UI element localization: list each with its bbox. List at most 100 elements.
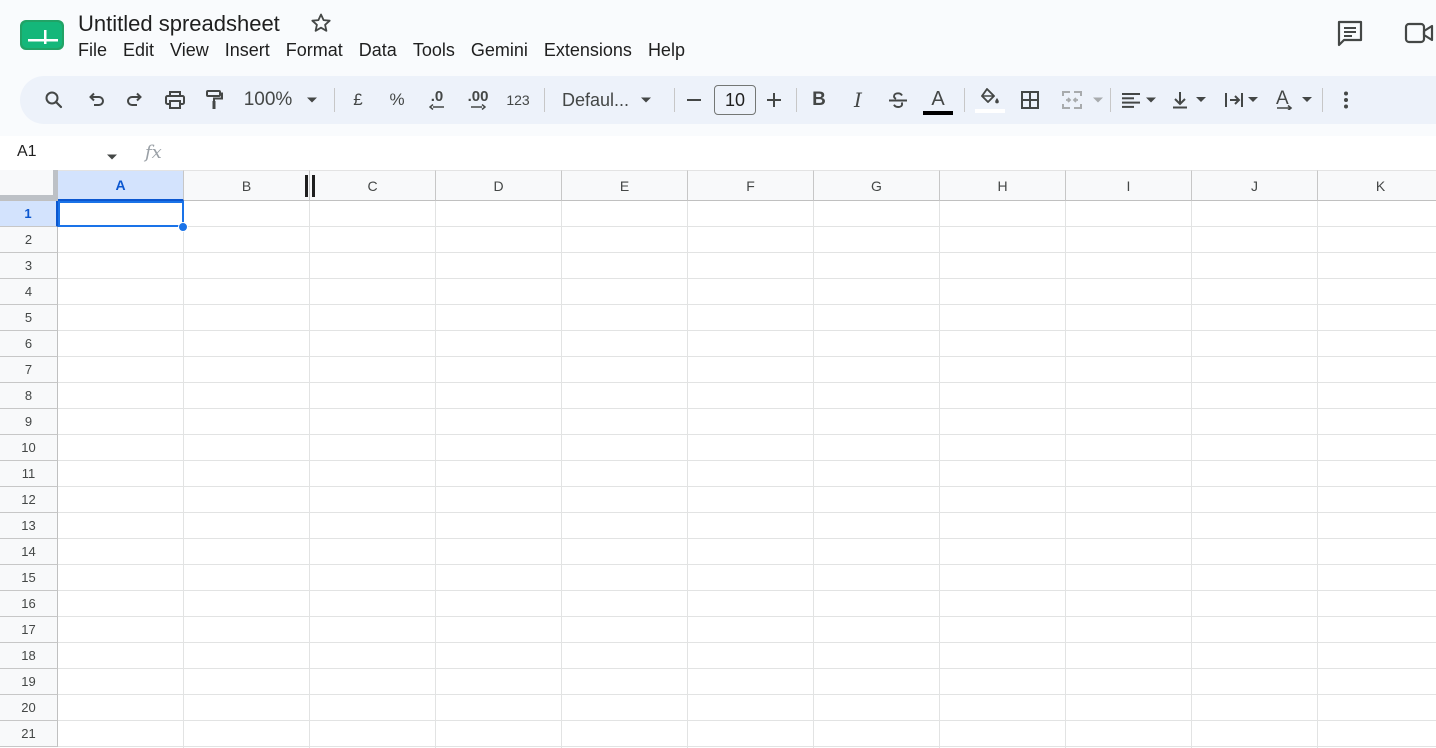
column-header-e[interactable]: E: [562, 170, 688, 201]
row-header-18[interactable]: 18: [0, 643, 58, 669]
fill-color-swatch: [975, 108, 1005, 113]
toolbar-separator: [1110, 88, 1111, 112]
menu-tools[interactable]: Tools: [405, 38, 463, 64]
gridline-vertical: [183, 201, 184, 748]
freeze-row-handle[interactable]: [0, 195, 57, 200]
name-box[interactable]: A1: [17, 143, 37, 161]
column-resize-handle[interactable]: [303, 175, 317, 197]
menu-gemini[interactable]: Gemini: [463, 38, 536, 64]
row-header-2[interactable]: 2: [0, 227, 58, 253]
row-header-11[interactable]: 11: [0, 461, 58, 487]
row-header-7[interactable]: 7: [0, 357, 58, 383]
spreadsheet-grid[interactable]: ABCDEFGHIJK 1 2 3 4 5 6 7 8 9 10 11 12 13 14 15 16 17 18 1…: [0, 170, 1436, 748]
column-header-b[interactable]: B: [184, 170, 310, 201]
text-rotation-button[interactable]: A: [1272, 76, 1316, 124]
menu-format[interactable]: Format: [278, 38, 351, 64]
undo-icon[interactable]: [80, 76, 112, 124]
italic-button[interactable]: I: [845, 76, 871, 124]
chevron-down-icon: [641, 97, 651, 103]
more-options-icon[interactable]: [1330, 76, 1362, 124]
row-header-10[interactable]: 10: [0, 435, 58, 461]
more-formats-button[interactable]: 123: [502, 76, 534, 124]
redo-icon[interactable]: [119, 76, 151, 124]
row-header-14[interactable]: 14: [0, 539, 58, 565]
text-color-button[interactable]: A: [922, 76, 954, 124]
paint-format-icon[interactable]: [198, 76, 230, 124]
gridline-vertical: [1317, 201, 1318, 748]
cell-area[interactable]: [58, 201, 1436, 748]
column-header-i[interactable]: I: [1066, 170, 1192, 201]
search-menus-icon[interactable]: [38, 76, 70, 124]
menubar: File Edit View Insert Format Data Tools …: [70, 38, 693, 64]
merge-caret-icon[interactable]: [1090, 76, 1106, 124]
row-header-8[interactable]: 8: [0, 383, 58, 409]
row-header-5[interactable]: 5: [0, 305, 58, 331]
row-header-21[interactable]: 21: [0, 721, 58, 747]
formula-input[interactable]: [180, 142, 1420, 164]
column-header-k[interactable]: K: [1318, 170, 1436, 201]
document-title[interactable]: Untitled spreadsheet: [76, 9, 282, 39]
zoom-select[interactable]: 100%: [240, 76, 296, 124]
menu-view[interactable]: View: [162, 38, 217, 64]
arrow-left-icon: [429, 104, 444, 110]
zoom-caret-icon[interactable]: [302, 76, 322, 124]
font-size-input[interactable]: 10: [714, 85, 756, 115]
menu-file[interactable]: File: [70, 38, 115, 64]
menu-help[interactable]: Help: [640, 38, 693, 64]
text-overflow-icon: [1225, 93, 1258, 107]
meet-video-icon[interactable]: [1400, 18, 1436, 48]
increase-font-size-button[interactable]: [762, 76, 786, 124]
select-all-corner[interactable]: [0, 170, 58, 201]
column-header-d[interactable]: D: [436, 170, 562, 201]
decrease-decimal-button[interactable]: .0: [422, 76, 452, 124]
row-header-20[interactable]: 20: [0, 695, 58, 721]
horizontal-align-button[interactable]: [1118, 76, 1162, 124]
row-header-13[interactable]: 13: [0, 513, 58, 539]
row-header-16[interactable]: 16: [0, 591, 58, 617]
toolbar-separator: [674, 88, 675, 112]
menu-extensions[interactable]: Extensions: [536, 38, 640, 64]
column-header-f[interactable]: F: [688, 170, 814, 201]
column-header-c[interactable]: C: [310, 170, 436, 201]
menu-edit[interactable]: Edit: [115, 38, 162, 64]
vertical-align-button[interactable]: [1168, 76, 1212, 124]
fill-handle[interactable]: [178, 222, 188, 232]
format-percent-button[interactable]: %: [385, 76, 409, 124]
menu-data[interactable]: Data: [351, 38, 405, 64]
bold-button[interactable]: B: [806, 76, 832, 124]
row-header-12[interactable]: 12: [0, 487, 58, 513]
toolbar-separator: [544, 88, 545, 112]
print-icon[interactable]: [159, 76, 191, 124]
column-header-j[interactable]: J: [1192, 170, 1318, 201]
row-header-15[interactable]: 15: [0, 565, 58, 591]
gridline-vertical: [687, 201, 688, 748]
column-header-g[interactable]: G: [814, 170, 940, 201]
row-header-6[interactable]: 6: [0, 331, 58, 357]
increase-decimal-button[interactable]: .00: [460, 76, 496, 124]
decrease-font-size-button[interactable]: [682, 76, 706, 124]
star-icon[interactable]: [309, 11, 333, 35]
format-currency-button[interactable]: £: [346, 76, 370, 124]
text-wrapping-button[interactable]: [1220, 76, 1264, 124]
fill-color-button[interactable]: [974, 76, 1006, 124]
merge-cells-icon[interactable]: [1056, 76, 1088, 124]
row-header-19[interactable]: 19: [0, 669, 58, 695]
borders-icon[interactable]: [1014, 76, 1046, 124]
active-cell-a1[interactable]: [58, 201, 184, 227]
minus-icon: [687, 99, 701, 101]
menu-insert[interactable]: Insert: [217, 38, 278, 64]
row-header-3[interactable]: 3: [0, 253, 58, 279]
font-family-select[interactable]: Defaul...: [556, 76, 656, 124]
comment-history-icon[interactable]: [1335, 18, 1365, 48]
column-header-a[interactable]: A: [58, 170, 184, 201]
gridline-horizontal: [58, 226, 1436, 227]
row-header-1[interactable]: 1: [0, 201, 58, 227]
column-header-h[interactable]: H: [940, 170, 1066, 201]
name-box-caret-icon[interactable]: [106, 148, 118, 166]
row-header-4[interactable]: 4: [0, 279, 58, 305]
row-header-17[interactable]: 17: [0, 617, 58, 643]
row-header-9[interactable]: 9: [0, 409, 58, 435]
gridline-horizontal: [58, 330, 1436, 331]
sheets-logo-icon[interactable]: [20, 20, 64, 50]
strikethrough-icon[interactable]: [885, 76, 911, 124]
